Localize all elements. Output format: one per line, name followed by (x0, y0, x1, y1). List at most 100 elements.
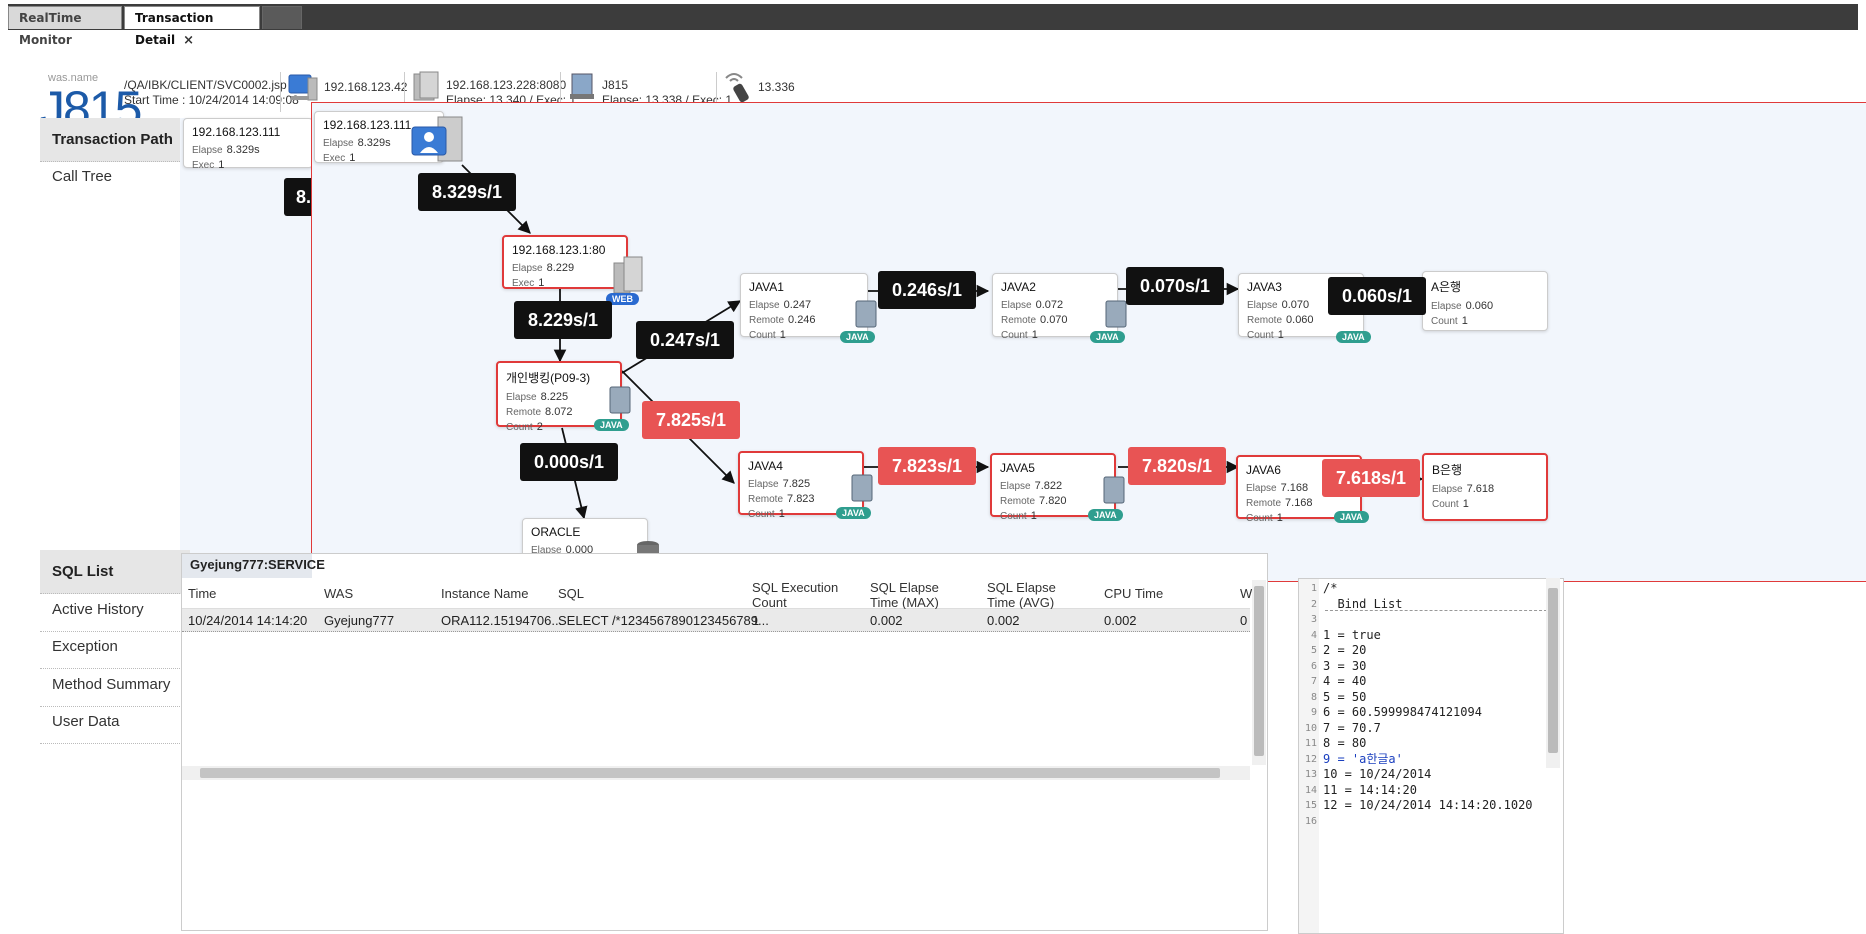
sidebar-item-call-tree[interactable]: Call Tree (40, 155, 190, 199)
column-header[interactable]: SQL Execution Count (752, 580, 852, 610)
sidebar-item-label: Exception (52, 638, 118, 655)
scroll-thumb[interactable] (1548, 588, 1558, 753)
column-header[interactable]: W (1240, 586, 1252, 601)
tab-realtime-monitor[interactable]: RealTime Monitor (8, 6, 122, 47)
edge-label-client-web: 8.329s/1 (418, 173, 517, 211)
code-line: 3 = 30 (1323, 658, 1367, 673)
java5-node[interactable]: JAVA5 Elapse 7.822 Remote 7.820 Count 1 (990, 453, 1116, 522)
java-badge: JAVA (594, 419, 629, 431)
node-title: JAVA1 (749, 280, 784, 294)
tab-label: Transaction Detail (135, 11, 214, 47)
row-value: 0.060 (1465, 300, 1494, 312)
column-header[interactable]: SQL (558, 586, 584, 601)
code-line: 8 = 80 (1323, 736, 1367, 750)
column-header[interactable]: Instance Name (441, 586, 528, 601)
node-title: B은행 (1432, 463, 1463, 477)
db-remote-icon (725, 73, 749, 103)
cell-sql: SELECT /*1234567890123456789... (558, 613, 769, 628)
java-server-icon (855, 300, 877, 328)
line-number: 4 (1310, 629, 1317, 641)
code-line: 1 = true (1323, 627, 1381, 642)
bg-client-node[interactable]: 192.168.123.111 Elapse 8.329s Exec 1 (183, 118, 313, 171)
scroll-thumb[interactable] (1254, 586, 1264, 756)
cell-instance: ORA112.15194706... (441, 613, 563, 628)
column-header[interactable]: SQL Elapse Time (MAX) (870, 580, 970, 610)
row-value: 1 (1277, 329, 1284, 341)
row-key: Count (1001, 330, 1028, 341)
tab-label: RealTime Monitor (19, 11, 82, 47)
row-key: Elapse (512, 263, 543, 274)
tab-bar: RealTime Monitor Transaction Detail × (8, 4, 1858, 48)
bank-b-node[interactable]: B은행 Elapse 7.618 Count 1 (1422, 453, 1548, 521)
row-key: Count (1431, 316, 1458, 327)
cell-cpu-time: 0.002 (1104, 613, 1137, 628)
java2-node[interactable]: JAVA2 Elapse 0.072 Remote 0.070 Count 1 (992, 273, 1118, 341)
transaction-path-popup: 192.168.123.111 Elapse 8.329s Exec 1 192.1… (311, 102, 1866, 582)
row-value: 1 (1030, 510, 1037, 522)
java-server-icon (609, 386, 631, 414)
row-value: 8.229 (546, 262, 575, 274)
tab-transaction-detail[interactable]: Transaction Detail × (124, 6, 260, 48)
sidebar-item-user-data[interactable]: User Data (40, 700, 190, 744)
row-value: 7.822 (1034, 480, 1063, 492)
row-key: Elapse (1000, 481, 1031, 492)
java4-node[interactable]: JAVA4 Elapse 7.825 Remote 7.823 Count 1 (738, 451, 864, 520)
horizontal-scrollbar[interactable] (182, 766, 1250, 780)
row-key: Exec (323, 153, 346, 164)
row-value: 8.072 (545, 406, 573, 418)
code-line: 6 = 60.599998474121094 (1323, 705, 1482, 719)
line-number: 12 (1304, 753, 1317, 765)
edge-label-gw-oracle: 0.000s/1 (520, 443, 619, 481)
row-value: 1 (1461, 315, 1468, 327)
row-value: 1 (1276, 512, 1283, 524)
start-time: Start Time : 10/24/2014 14:09:08 (124, 93, 299, 107)
row-key: Elapse (1432, 484, 1463, 495)
code-line: 7 = 70.7 (1323, 720, 1381, 735)
row-value: 8.225 (540, 391, 569, 403)
sidebar-item-label: User Data (52, 713, 120, 730)
row-key: Exec (192, 160, 215, 171)
column-header[interactable]: WAS (324, 586, 353, 601)
column-header[interactable]: CPU Time (1104, 586, 1163, 601)
close-icon[interactable]: × (183, 33, 194, 48)
scroll-thumb[interactable] (200, 768, 1220, 778)
divider (1325, 610, 1547, 611)
java-server-icon (851, 474, 873, 502)
row-key: Remote (1000, 496, 1036, 507)
edge-label-gw-java4: 7.825s/1 (642, 401, 741, 439)
cell-exec-count: 1 (752, 613, 760, 628)
row-value: 0.070 (1281, 299, 1310, 311)
sidebar-item-label: Call Tree (52, 168, 113, 185)
total-elapse: 13.336 (758, 80, 795, 94)
row-key: Elapse (1001, 300, 1032, 311)
edge-label-gw-java1: 0.247s/1 (636, 321, 735, 359)
edge-label-java3-banka: 0.060s/1 (1328, 277, 1427, 315)
bind-scrollbar[interactable] (1546, 578, 1560, 768)
gateway-node[interactable]: 개인뱅킹(P09-3) Elapse 8.225 Remote 8.072 Coun… (496, 361, 622, 433)
popup-inner: 192.168.123.111 Elapse 8.329s Exec 1 192.1… (312, 103, 1866, 581)
line-number: 9 (1310, 707, 1317, 718)
row-value: 8.329s (226, 144, 260, 156)
code-line: 9 = 'a한글a' (1323, 751, 1403, 766)
row-value: 0.072 (1035, 299, 1064, 311)
java-badge: JAVA (840, 331, 875, 343)
row-value: 0.247 (783, 299, 812, 311)
cell-elapse-max: 0.002 (870, 613, 903, 628)
line-number: 11 (1304, 738, 1317, 749)
vertical-scrollbar[interactable] (1252, 580, 1266, 765)
edge-label-java1-java2: 0.246s/1 (878, 271, 977, 309)
bank-a-node[interactable]: A은행 Elapse 0.060 Count 1 (1422, 271, 1548, 331)
row-key: Remote (749, 315, 785, 326)
column-header[interactable]: SQL Elapse Time (AVG) (987, 580, 1087, 610)
column-header[interactable]: Time (188, 586, 216, 601)
tab-empty[interactable] (262, 6, 302, 29)
line-number: 6 (1310, 660, 1317, 672)
java1-node[interactable]: JAVA1 Elapse 0.247 Remote 0.246 Count 1 (740, 273, 868, 341)
code-line: 10 = 10/24/2014 (1323, 767, 1432, 781)
row-value: 7.825 (782, 478, 811, 490)
sidebar-item-label: SQL List (52, 563, 114, 580)
row-value: 1 (779, 329, 786, 341)
line-numbers: 1 2 3 4 5 6 7 8 9 10 11 12 13 14 15 16 (1299, 581, 1317, 829)
edge-label-java4-java5: 7.823s/1 (878, 447, 977, 485)
row-key: Elapse (1247, 300, 1278, 311)
